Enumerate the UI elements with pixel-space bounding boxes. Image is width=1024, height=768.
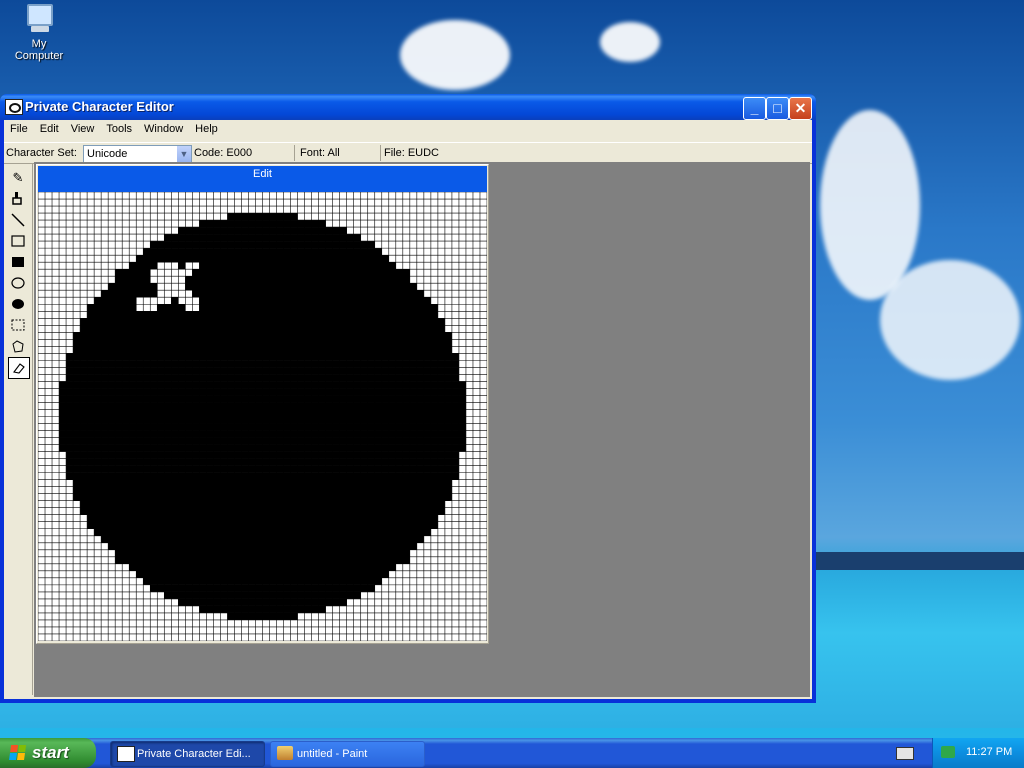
- start-button[interactable]: start: [0, 738, 96, 768]
- filled-rectangle-tool[interactable]: [8, 252, 28, 272]
- cloud: [600, 22, 660, 62]
- glyph-pixel-run[interactable]: [108, 283, 158, 291]
- cloud: [820, 110, 920, 300]
- glyph-pixel-run[interactable]: [178, 262, 186, 270]
- maximize-button[interactable]: □: [766, 97, 789, 120]
- title-bar[interactable]: Private Character Editor _ □ ✕: [0, 94, 816, 120]
- brush-icon: [12, 192, 22, 205]
- glyph-pixel-run[interactable]: [87, 304, 137, 312]
- menu-help[interactable]: Help: [189, 120, 224, 135]
- taskbar-item-paint[interactable]: untitled - Paint: [270, 741, 425, 767]
- chevron-down-icon[interactable]: ▼: [176, 146, 191, 162]
- edit-window-title[interactable]: Edit: [38, 166, 487, 192]
- rectangular-selection-tool[interactable]: [8, 315, 28, 335]
- horizon: [816, 552, 1024, 572]
- app-icon[interactable]: [5, 99, 23, 115]
- glyph-pixel-run[interactable]: [171, 297, 179, 305]
- line-tool[interactable]: [8, 210, 28, 230]
- my-computer-icon: [23, 4, 55, 34]
- brush-tool[interactable]: [8, 189, 28, 209]
- glyph-pixel-run[interactable]: [192, 269, 410, 277]
- clock[interactable]: 11:27 PM: [966, 746, 1012, 758]
- glyph-pixel-run[interactable]: [192, 290, 424, 298]
- menu-file[interactable]: File: [4, 120, 34, 135]
- glyph-edit-grid[interactable]: [38, 192, 487, 641]
- eraser-icon: [13, 363, 25, 374]
- keyboard-icon[interactable]: [896, 747, 914, 760]
- freeform-selection-icon: [12, 339, 24, 353]
- charset-value: Unicode: [87, 148, 128, 160]
- taskbar-item-private-character-editor[interactable]: Private Character Edi...: [110, 741, 265, 767]
- menu-bar: File Edit View Tools Window Help: [4, 120, 812, 140]
- pixel-grid[interactable]: [38, 192, 487, 641]
- minimize-button[interactable]: _: [743, 97, 766, 120]
- glyph-pixel-run[interactable]: [115, 269, 151, 277]
- menu-window[interactable]: Window: [138, 120, 189, 135]
- private-character-editor-window: Private Character Editor _ □ ✕ File Edit V…: [0, 94, 816, 703]
- desktop-icon-label: My Computer: [14, 38, 64, 62]
- hollow-rectangle-tool[interactable]: [8, 231, 28, 251]
- font-label: Font: All: [300, 147, 340, 159]
- system-tray: 11:27 PM: [932, 738, 1024, 768]
- code-label: Code: E000: [194, 147, 253, 159]
- eraser-tool[interactable]: [8, 357, 30, 379]
- private-character-editor-icon: [117, 746, 135, 762]
- hollow-rectangle-icon: [11, 235, 25, 247]
- freeform-selection-tool[interactable]: [8, 336, 28, 356]
- divider: [380, 145, 381, 161]
- menu-tools[interactable]: Tools: [100, 120, 138, 135]
- window-title: Private Character Editor: [25, 99, 174, 114]
- grid-lines: [38, 192, 487, 641]
- network-icon[interactable]: [941, 746, 955, 758]
- filled-ellipse-icon: [12, 299, 24, 309]
- info-bar: Character Set: Unicode ▼ Code: E000 Font…: [4, 142, 812, 164]
- hollow-ellipse-tool[interactable]: [8, 273, 28, 293]
- menu-view[interactable]: View: [65, 120, 101, 135]
- charset-label: Character Set:: [6, 147, 77, 159]
- glyph-pixel-run[interactable]: [185, 283, 417, 291]
- file-label: File: EUDC: [384, 147, 440, 159]
- glyph-pixel-run[interactable]: [115, 276, 151, 284]
- paint-icon: [277, 746, 293, 760]
- taskbar: start Private Character Edi... untitled …: [0, 738, 1024, 768]
- desktop-icon-my-computer[interactable]: My Computer: [6, 4, 72, 62]
- filled-rectangle-icon: [12, 257, 24, 267]
- cloud: [400, 20, 510, 90]
- line-icon: [11, 213, 25, 227]
- taskbar-item-label: untitled - Paint: [297, 748, 368, 760]
- toolbox: ✎: [4, 164, 33, 695]
- filled-ellipse-tool[interactable]: [8, 294, 28, 314]
- window-client: File Edit View Tools Window Help Character Se…: [4, 120, 812, 699]
- glyph-pixel-run[interactable]: [199, 297, 431, 305]
- hollow-ellipse-icon: [11, 277, 25, 289]
- cloud: [880, 260, 1020, 380]
- pencil-tool[interactable]: ✎: [8, 168, 28, 188]
- charset-select[interactable]: Unicode ▼: [83, 145, 192, 163]
- start-label: start: [32, 743, 69, 762]
- rectangular-selection-icon: [11, 319, 25, 331]
- edit-window: Edit: [36, 164, 489, 644]
- taskbar-item-label: Private Character Edi...: [137, 748, 251, 760]
- divider: [294, 145, 295, 161]
- mdi-workspace: Edit: [34, 162, 810, 697]
- menu-edit[interactable]: Edit: [34, 120, 65, 135]
- close-button[interactable]: ✕: [789, 97, 812, 120]
- windows-logo-icon: [9, 745, 27, 761]
